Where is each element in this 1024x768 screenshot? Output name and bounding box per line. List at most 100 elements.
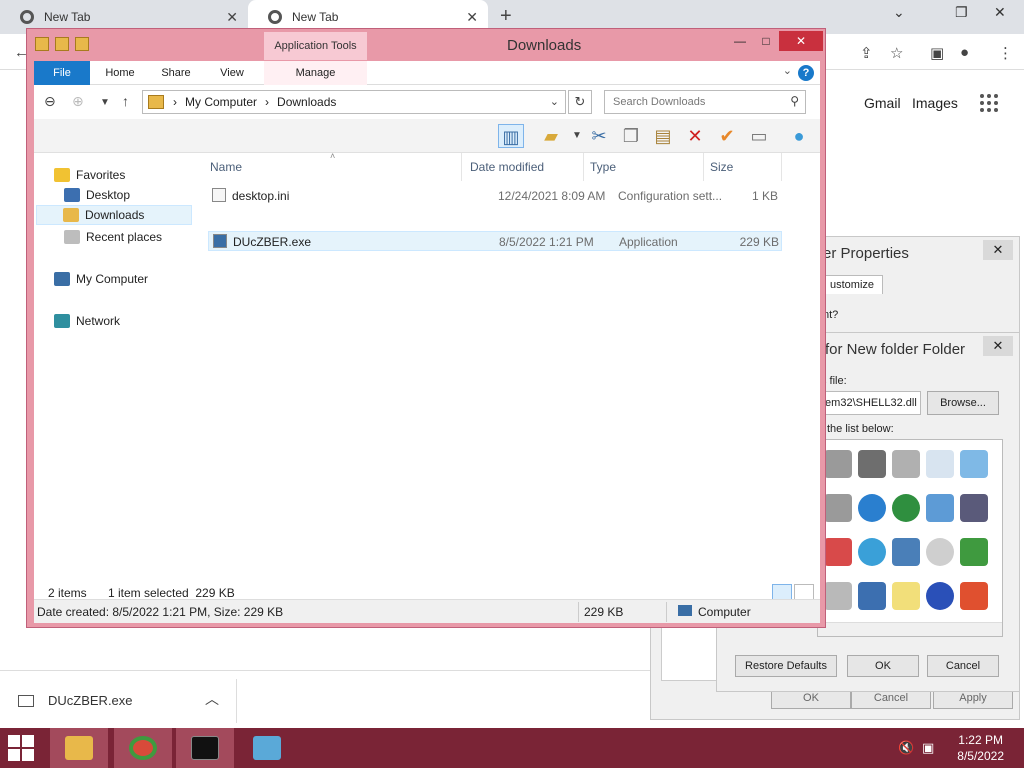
divider: [236, 679, 237, 723]
icon-list[interactable]: [817, 439, 1003, 637]
chevron-up-icon[interactable]: ︿: [205, 689, 219, 709]
delete-icon[interactable]: ✕: [682, 124, 708, 148]
ok-button[interactable]: OK: [847, 655, 919, 677]
folder-icon[interactable]: [75, 37, 89, 51]
back-icon[interactable]: ⊖: [44, 93, 56, 110]
network-globe-icon[interactable]: [892, 494, 920, 522]
tab-home[interactable]: Home: [98, 61, 142, 85]
mouse-globe-icon[interactable]: [858, 538, 886, 566]
column-size[interactable]: Size: [706, 153, 782, 181]
cut-icon[interactable]: ✂: [586, 124, 612, 148]
preview-pane-icon[interactable]: ▥: [498, 124, 524, 148]
close-icon[interactable]: ✕: [779, 31, 823, 51]
tab-file[interactable]: File: [34, 61, 90, 85]
horizontal-scrollbar[interactable]: [818, 622, 1002, 636]
drive-icon[interactable]: [824, 494, 852, 522]
new-tab-button[interactable]: +: [500, 5, 512, 28]
restore-icon[interactable]: ❐: [955, 4, 968, 21]
computer-icon[interactable]: [858, 582, 886, 610]
arrow-drive-icon[interactable]: [960, 538, 988, 566]
nav-recent-places[interactable]: Recent places: [64, 227, 162, 247]
share-icon[interactable]: ⇪: [860, 44, 873, 62]
taskbar-command-prompt[interactable]: [176, 728, 234, 768]
control-panel-icon[interactable]: [926, 494, 954, 522]
nav-my-computer[interactable]: My Computer: [54, 269, 148, 289]
breadcrumb-my-computer[interactable]: My Computer: [185, 95, 257, 109]
printer-icon[interactable]: [892, 450, 920, 478]
up-icon[interactable]: ↑: [122, 93, 129, 109]
nav-network[interactable]: Network: [54, 311, 120, 331]
tab-manage[interactable]: Manage: [264, 61, 367, 85]
gmail-link[interactable]: Gmail: [864, 95, 901, 111]
column-date-modified[interactable]: Date modified: [466, 153, 584, 181]
monitor-icon[interactable]: [960, 450, 988, 478]
properties-icon[interactable]: [35, 37, 49, 51]
close-icon[interactable]: ✕: [994, 4, 1006, 21]
nav-downloads[interactable]: Downloads: [36, 205, 192, 225]
download-item[interactable]: DUcZBER.exe: [18, 693, 133, 708]
tab-view[interactable]: View: [210, 61, 254, 85]
help-icon[interactable]: ?: [798, 65, 814, 81]
clock-icon[interactable]: [926, 450, 954, 478]
tab-share[interactable]: Share: [154, 61, 198, 85]
speaker-icon[interactable]: [960, 494, 988, 522]
forward-icon[interactable]: ⊕: [72, 93, 84, 110]
chip-icon[interactable]: [858, 450, 886, 478]
menu-icon[interactable]: ⋮: [998, 44, 1013, 62]
icon-file-input[interactable]: tem32\SHELL32.dll: [817, 391, 921, 415]
restore-defaults-button[interactable]: Restore Defaults: [735, 655, 837, 677]
address-input[interactable]: › My Computer › Downloads ⌄: [142, 90, 566, 114]
network-icon[interactable]: ▣: [922, 740, 934, 756]
recent-locations-icon[interactable]: ▼: [100, 97, 110, 108]
copy-icon[interactable]: ❐: [618, 124, 644, 148]
close-tab-icon[interactable]: ✕: [466, 9, 478, 26]
globe-icon[interactable]: ●: [786, 124, 812, 148]
command-toolbar: ▥ ▰ ▼ ✂ ❐ ▤ ✕ ✔ ▭ ●: [34, 119, 820, 153]
chevron-down-icon[interactable]: ⌄: [550, 95, 559, 108]
browse-button[interactable]: Browse...: [927, 391, 999, 415]
chevron-down-icon[interactable]: ⌄: [893, 4, 905, 21]
system-clock[interactable]: 1:22 PM 8/5/2022: [957, 732, 1004, 764]
new-folder-icon[interactable]: [55, 37, 69, 51]
power-icon[interactable]: [960, 582, 988, 610]
search-placeholder: Search Downloads: [613, 96, 706, 108]
apps-icon[interactable]: [980, 94, 1000, 112]
breadcrumb-downloads[interactable]: Downloads: [277, 95, 336, 109]
cancel-button[interactable]: Cancel: [927, 655, 999, 677]
rename-icon[interactable]: ▭: [746, 124, 772, 148]
images-link[interactable]: Images: [912, 95, 958, 111]
column-type[interactable]: Type: [586, 153, 704, 181]
search-icon[interactable]: [926, 538, 954, 566]
close-tab-icon[interactable]: ✕: [226, 9, 238, 26]
nav-desktop[interactable]: Desktop: [64, 185, 130, 205]
calculator-icon[interactable]: [892, 582, 920, 610]
refresh-icon[interactable]: ↻: [568, 90, 592, 114]
tab-customize[interactable]: ustomize: [821, 275, 884, 294]
windows-start-icon[interactable]: [8, 735, 38, 761]
profile-icon[interactable]: ●: [960, 44, 969, 61]
folder-options-icon[interactable]: ▰: [538, 124, 564, 148]
checkmark-icon[interactable]: ✔: [714, 124, 740, 148]
minimize-icon[interactable]: —: [727, 31, 753, 51]
magnifier-icon[interactable]: [824, 582, 852, 610]
chevron-down-icon[interactable]: ⌄: [783, 64, 792, 77]
close-icon[interactable]: ✕: [983, 240, 1013, 260]
drive-icon[interactable]: [824, 450, 852, 478]
maximize-icon[interactable]: □: [753, 31, 779, 51]
search-input[interactable]: Search Downloads ⚲: [604, 90, 806, 114]
taskbar-file-explorer[interactable]: [50, 728, 108, 768]
taskbar-chrome[interactable]: [114, 728, 172, 768]
side-panel-icon[interactable]: ▣: [930, 44, 944, 62]
network-icon[interactable]: [892, 538, 920, 566]
nav-favorites[interactable]: Favorites: [54, 165, 125, 185]
table-row[interactable]: DUcZBER.exe 8/5/2022 1:21 PM Application…: [208, 231, 782, 251]
paste-icon[interactable]: ▤: [650, 124, 676, 148]
globe-icon[interactable]: [858, 494, 886, 522]
delete-icon[interactable]: [824, 538, 852, 566]
star-icon[interactable]: ☆: [890, 44, 903, 62]
close-icon[interactable]: ✕: [983, 336, 1013, 356]
table-row[interactable]: desktop.ini 12/24/2021 8:09 AM Configura…: [208, 186, 782, 206]
speaker-muted-icon[interactable]: 🔇: [898, 740, 914, 756]
help-icon[interactable]: [926, 582, 954, 610]
taskbar-registry[interactable]: [238, 728, 296, 768]
